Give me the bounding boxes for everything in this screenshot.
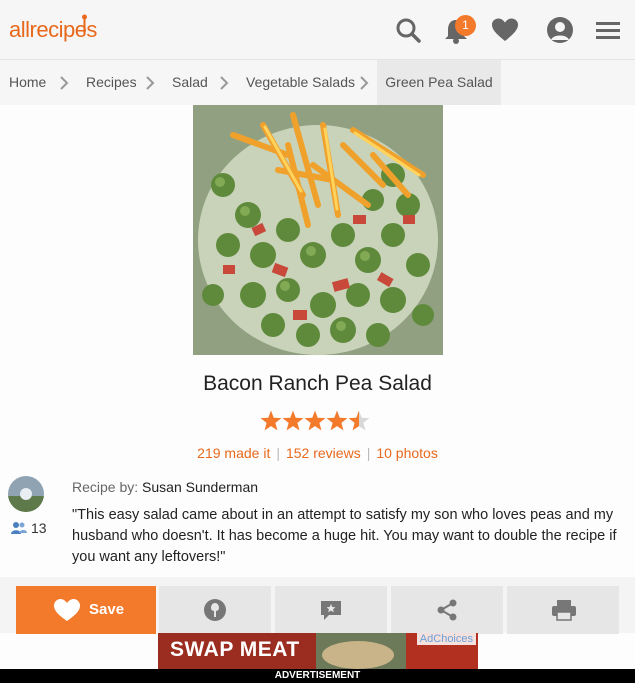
review-icon — [321, 601, 341, 620]
photos-count[interactable]: 10 photos — [376, 445, 438, 461]
ad-choices[interactable]: AdChoices — [416, 633, 476, 645]
followers-icon — [11, 522, 27, 534]
breadcrumb-current[interactable]: Green Pea Salad — [377, 60, 501, 105]
chevron-right-icon — [146, 76, 155, 90]
review-button[interactable] — [275, 586, 387, 634]
rating-star — [282, 410, 304, 431]
byline-label: Recipe by: — [72, 479, 139, 495]
rating-star — [304, 410, 326, 431]
print-button[interactable] — [507, 586, 619, 634]
followers: 13 — [11, 520, 47, 536]
logo-spoon-icon — [82, 14, 87, 35]
advertisement-banner[interactable]: SWAP MEAT AdChoices — [158, 633, 478, 669]
followers-count: 13 — [31, 520, 47, 536]
rating-stars[interactable] — [260, 409, 370, 433]
chevron-right-icon — [220, 76, 229, 90]
reviews-count[interactable]: 152 reviews — [286, 445, 361, 461]
share-icon — [437, 599, 457, 621]
print-icon — [552, 600, 576, 621]
action-bar: Save — [0, 577, 635, 634]
profile-icon[interactable] — [545, 15, 575, 45]
recipe-photo[interactable] — [193, 105, 443, 355]
share-button[interactable] — [391, 586, 503, 634]
search-icon[interactable] — [393, 15, 423, 45]
recipe-byline: Recipe by: Susan Sunderman — [72, 479, 258, 495]
save-label: Save — [89, 601, 125, 618]
recipe-description: "This easy salad came about in an attemp… — [72, 507, 617, 565]
advertisement-label: ADVERTISEMENT — [0, 669, 635, 683]
author-avatar[interactable] — [8, 476, 44, 512]
breadcrumb: Home Recipes Salad Vegetable Salads Gree… — [0, 60, 635, 105]
recipe-title: Bacon Ranch Pea Salad — [203, 372, 432, 395]
site-header: allrecipes 1 — [0, 0, 635, 60]
rating-star — [348, 410, 370, 431]
breadcrumb-recipes[interactable]: Recipes — [86, 60, 137, 105]
rating-star — [260, 410, 282, 431]
heart-icon[interactable] — [490, 15, 520, 45]
chevron-right-icon — [60, 76, 69, 90]
recipe-stats: 219 made it | 152 reviews | 10 photos — [197, 445, 438, 461]
breadcrumb-salad[interactable]: Salad — [172, 60, 208, 105]
save-button[interactable]: Save — [16, 586, 156, 634]
notification-badge: 1 — [455, 15, 476, 36]
made-it-icon — [204, 599, 226, 621]
made-it-button[interactable] — [159, 586, 271, 634]
menu-icon[interactable] — [593, 15, 623, 45]
rating-star — [326, 410, 348, 431]
made-it-count[interactable]: 219 made it — [197, 445, 270, 461]
breadcrumb-home[interactable]: Home — [9, 60, 46, 105]
page: allrecipes 1 Home Recipes Salad Vegetabl… — [0, 0, 635, 683]
author-name[interactable]: Susan Sunderman — [142, 479, 258, 495]
ad-headline: SWAP MEAT — [170, 638, 300, 661]
breadcrumb-vegetable-salads[interactable]: Vegetable Salads — [246, 60, 355, 105]
heart-icon — [54, 599, 80, 621]
chevron-right-icon — [360, 76, 369, 90]
